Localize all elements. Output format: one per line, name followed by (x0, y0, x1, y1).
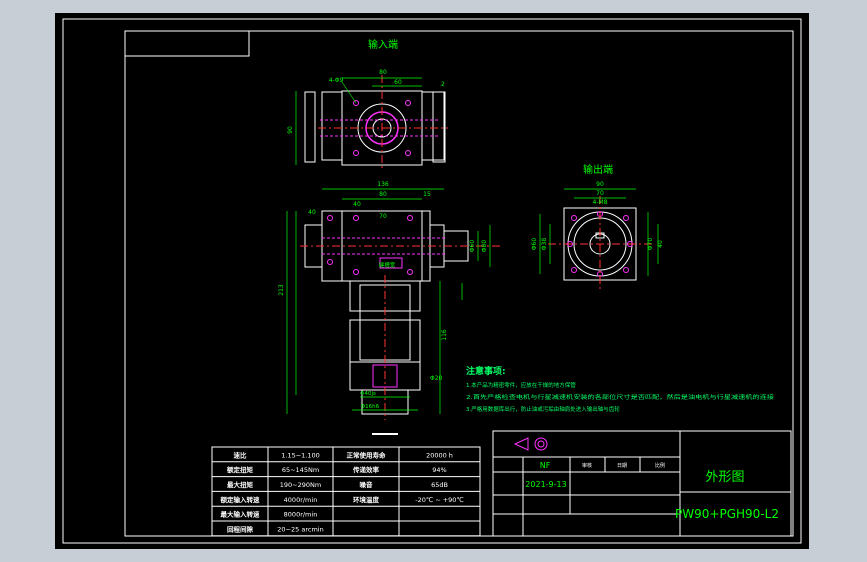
side-dim-inner: 70 (596, 190, 604, 197)
front-dim-total: 136 (377, 181, 389, 188)
title-designer: NF (540, 461, 551, 470)
side-dim-left-2: Φ38 (541, 238, 548, 251)
notes-title: 注意事项: (466, 365, 506, 377)
spec-table-cell: 190~290Nm (280, 481, 321, 489)
top-dim-small: 2 (441, 81, 445, 88)
title-model: PW90+PGH90-L2 (675, 507, 779, 521)
spec-table-cell: 最大扭矩 (227, 480, 254, 489)
title-date: 2021-9-13 (525, 480, 566, 489)
spec-table-cell: 8000r/min (284, 511, 318, 519)
top-dim-hole: 4-Φ9 (329, 77, 344, 84)
top-dim-width: 80 (379, 69, 387, 76)
spec-table-cell: 额定输入转速 (221, 495, 261, 504)
front-dim-right-1: Φ60 (469, 240, 476, 253)
spec-table-cell: 65dB (431, 481, 448, 489)
title-header-3: 比例 (655, 462, 665, 469)
title-drawing-name: 外形图 (705, 470, 744, 485)
title-header-2: 日期 (617, 463, 627, 469)
spec-table-cell: 正常使用寿命 (347, 450, 387, 459)
spec-table-cell: 噪音 (360, 480, 374, 489)
notes-line-1: 1.本产品为精密零件，应放在干燥的地方保管 (466, 381, 576, 389)
spec-table-cell: 传递效率 (352, 465, 380, 474)
front-dim-bottom: Φ40js (360, 391, 376, 397)
front-dim-right: 15 (423, 191, 431, 198)
spec-table-cell: 最大输入转速 (221, 510, 261, 519)
front-dim-flange: Φ16h6 (361, 404, 380, 410)
spec-table-cell: 额定扭矩 (227, 465, 254, 474)
spec-table-cell: 回程间隙 (227, 524, 254, 533)
spec-table-cell: 94% (432, 466, 446, 474)
notes-line-2: 2.首先严格检查电机与行星减速机安装的各部位尺寸是否匹配，然后是油电机与行星减速… (466, 393, 775, 401)
front-dim-right-2: Φ80 (481, 240, 488, 253)
spec-table-cell: -20℃ ~ +90℃ (415, 496, 464, 504)
title-header-1: 审核 (582, 462, 592, 469)
spec-table-cell: 65~145Nm (282, 466, 319, 474)
top-dim-height: 90 (287, 126, 294, 134)
spec-table-cell: 环境温度 (353, 495, 380, 504)
front-dim-key: 键槽宽 (379, 261, 396, 269)
output-end-label: 输出端 (583, 163, 613, 176)
side-dim-hole: 4-M8 (593, 199, 608, 206)
spec-table-cell: 4000r/min (284, 496, 318, 504)
side-dim-top: 90 (596, 181, 604, 188)
input-end-label: 输入端 (368, 38, 398, 51)
front-dim-mid: 70 (379, 213, 387, 220)
spec-table-cell: 20~25 arcmin (277, 525, 323, 533)
front-dim-depth: 116 (441, 329, 448, 341)
front-dim-inner: 40 (353, 201, 361, 208)
front-dim-shaft: Φ20 (430, 375, 443, 382)
side-dim-right-1: Φ70 (647, 238, 654, 251)
spec-table-cell: 20000 h (426, 451, 453, 459)
cad-drawing-canvas: 输入端 80 60 4-Φ9 2 90 136 80 15 40 70 40 2… (55, 13, 809, 549)
spec-table-cell: 速比 (234, 450, 248, 459)
notes-line-3: 3.严格用数据库出行，防止油或污垢由轴肩处进入输出轴与齿轮 (466, 405, 620, 413)
side-dim-right-2: 40 (657, 240, 664, 248)
top-dim-offset: 60 (394, 79, 402, 86)
front-dim-left: 40 (308, 209, 316, 216)
spec-table-cell: 1.15~1.100 (281, 451, 320, 459)
side-dim-left-1: Φ60 (531, 238, 538, 251)
front-dim-total-height: 213 (278, 284, 285, 296)
front-dim-body: 80 (379, 191, 387, 198)
